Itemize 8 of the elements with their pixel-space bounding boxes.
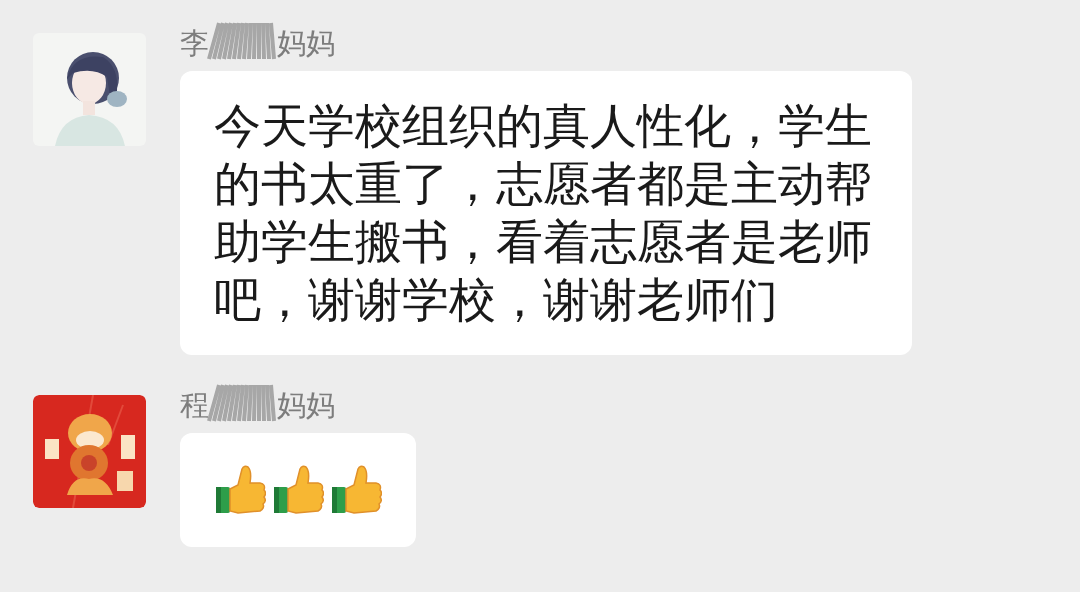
sender-name: 妈妈 — [277, 25, 335, 62]
thumbs-up-icon — [214, 465, 266, 515]
sender-name: 程 — [180, 387, 209, 424]
sender-name: 妈妈 — [277, 387, 335, 424]
thumbs-up-icon — [272, 465, 324, 515]
message-text: 今天学校组织的真人性化，学生的书太重了，志愿者都是主动帮助学生搬书，看着志愿者是老师吧，谢谢学校，谢谢老师们 — [214, 97, 873, 329]
thumbs-up-icon — [330, 465, 382, 515]
sender-name: 李 — [180, 25, 209, 62]
